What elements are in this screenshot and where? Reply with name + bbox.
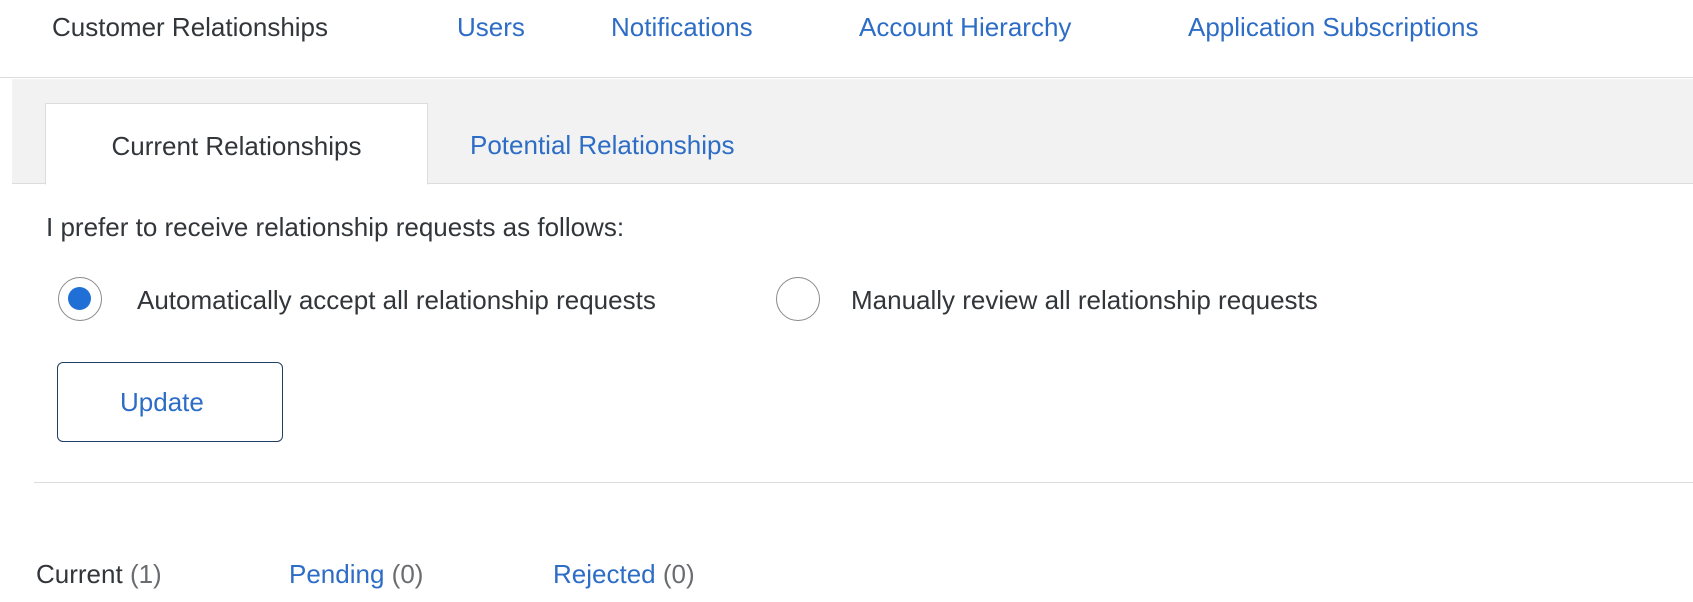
subtab-bar: Current Relationships Potential Relation… bbox=[12, 79, 1693, 185]
nav-notifications[interactable]: Notifications bbox=[611, 10, 753, 44]
status-tab-current-label: Current bbox=[36, 559, 123, 589]
preference-prompt: I prefer to receive relationship request… bbox=[46, 212, 625, 242]
update-button[interactable]: Update bbox=[57, 362, 283, 442]
nav-users[interactable]: Users bbox=[457, 10, 525, 44]
radio-manual-review[interactable] bbox=[776, 277, 820, 321]
radio-manual-review-label[interactable]: Manually review all relationship request… bbox=[851, 283, 1318, 317]
radio-auto-accept-label[interactable]: Automatically accept all relationship re… bbox=[137, 283, 656, 317]
status-tab-rejected-label: Rejected bbox=[553, 559, 656, 589]
status-tab-current-count: (1) bbox=[129, 559, 162, 589]
status-tab-pending-label: Pending bbox=[289, 559, 385, 589]
status-tab-current[interactable]: Current (1) bbox=[36, 557, 162, 591]
tab-potential-relationships[interactable]: Potential Relationships bbox=[470, 103, 735, 184]
nav-application-subscriptions[interactable]: Application Subscriptions bbox=[1188, 10, 1479, 44]
radio-auto-accept[interactable] bbox=[58, 277, 102, 321]
tab-current-relationships[interactable]: Current Relationships bbox=[45, 103, 428, 185]
section-divider bbox=[34, 482, 1693, 483]
radio-selected-dot bbox=[68, 287, 91, 310]
nav-account-hierarchy[interactable]: Account Hierarchy bbox=[859, 10, 1071, 44]
status-tab-rejected-count: (0) bbox=[662, 559, 695, 589]
top-navigation: Customer Relationships Users Notificatio… bbox=[0, 0, 1693, 78]
status-tab-pending[interactable]: Pending (0) bbox=[289, 557, 423, 591]
nav-customer-relationships[interactable]: Customer Relationships bbox=[52, 10, 328, 44]
status-tab-pending-count: (0) bbox=[391, 559, 424, 589]
status-tab-rejected[interactable]: Rejected (0) bbox=[553, 557, 695, 591]
